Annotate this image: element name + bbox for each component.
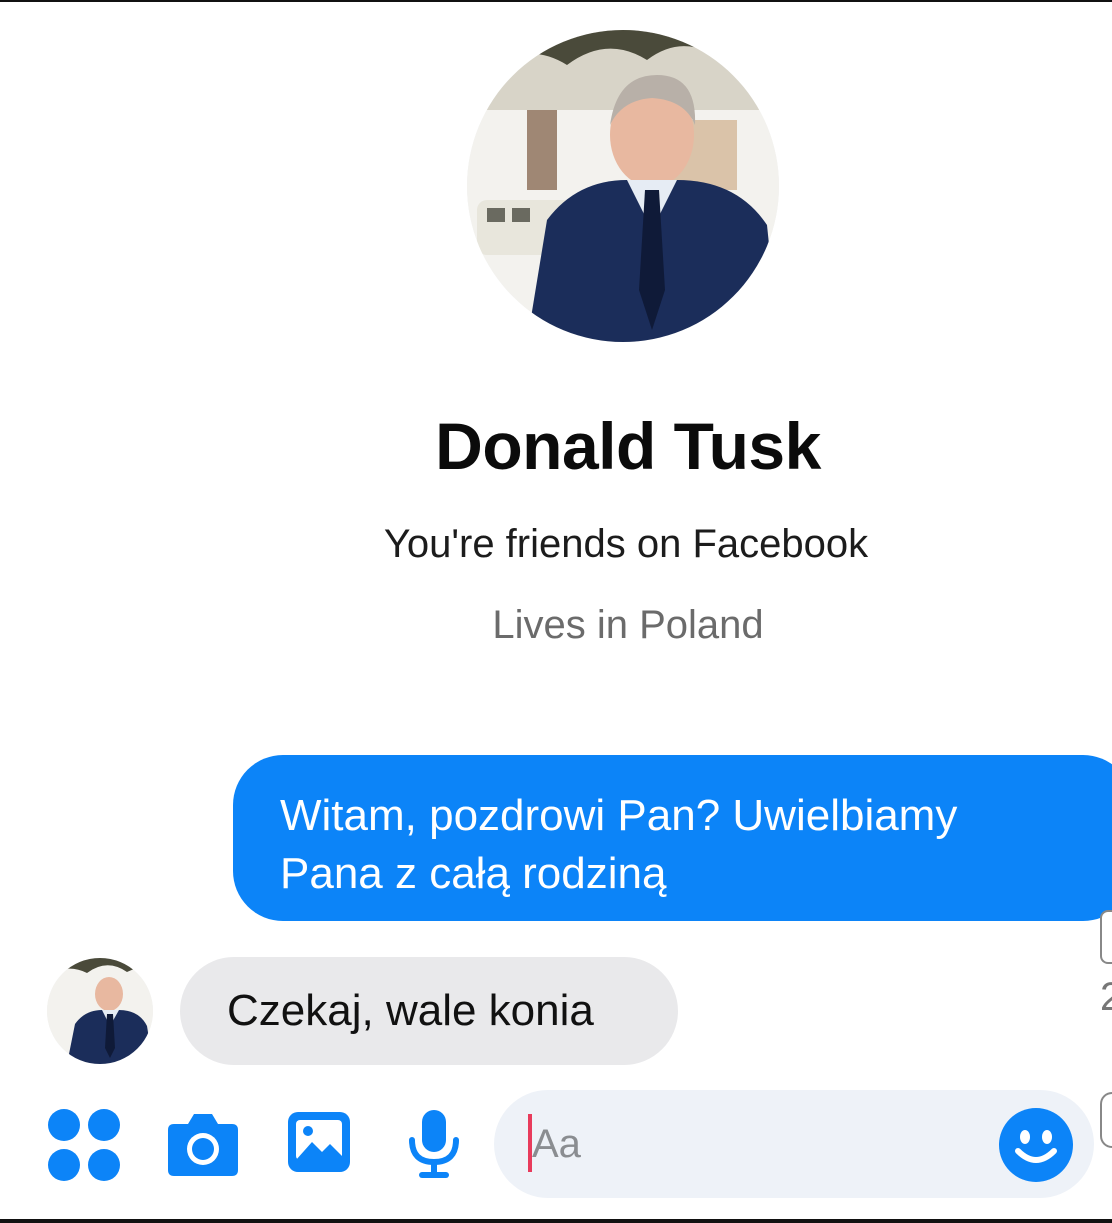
message-input[interactable]: Aa: [494, 1090, 1094, 1198]
edge-fragment: [1100, 910, 1112, 964]
top-border: [0, 0, 1112, 2]
edge-partial-digit: 2: [1100, 975, 1112, 1019]
apps-icon[interactable]: [47, 1108, 121, 1182]
camera-icon[interactable]: [166, 1112, 240, 1178]
sender-photo: [47, 958, 153, 1064]
contact-name: Donald Tusk: [435, 409, 821, 483]
outgoing-message-bubble[interactable]: Witam, pozdrowi Pan? Uwielbiamy Pana z c…: [233, 755, 1112, 921]
microphone-icon[interactable]: [407, 1108, 461, 1180]
profile-avatar[interactable]: [467, 30, 779, 342]
message-line: Witam, pozdrowi Pan? Uwielbiamy: [280, 791, 958, 840]
sender-avatar[interactable]: [47, 958, 153, 1064]
message-line: Pana z całą rodziną: [280, 849, 667, 898]
profile-photo: [467, 30, 779, 342]
gallery-icon[interactable]: [286, 1110, 352, 1174]
emoji-icon[interactable]: [998, 1107, 1074, 1183]
edge-fragment: [1100, 1092, 1112, 1148]
friendship-status: You're friends on Facebook: [383, 522, 869, 566]
incoming-message-bubble[interactable]: Czekaj, wale konia: [180, 957, 678, 1065]
bottom-border: [0, 1219, 1112, 1223]
contact-location: Lives in Poland: [492, 603, 764, 647]
message-input-placeholder: Aa: [532, 1122, 581, 1166]
